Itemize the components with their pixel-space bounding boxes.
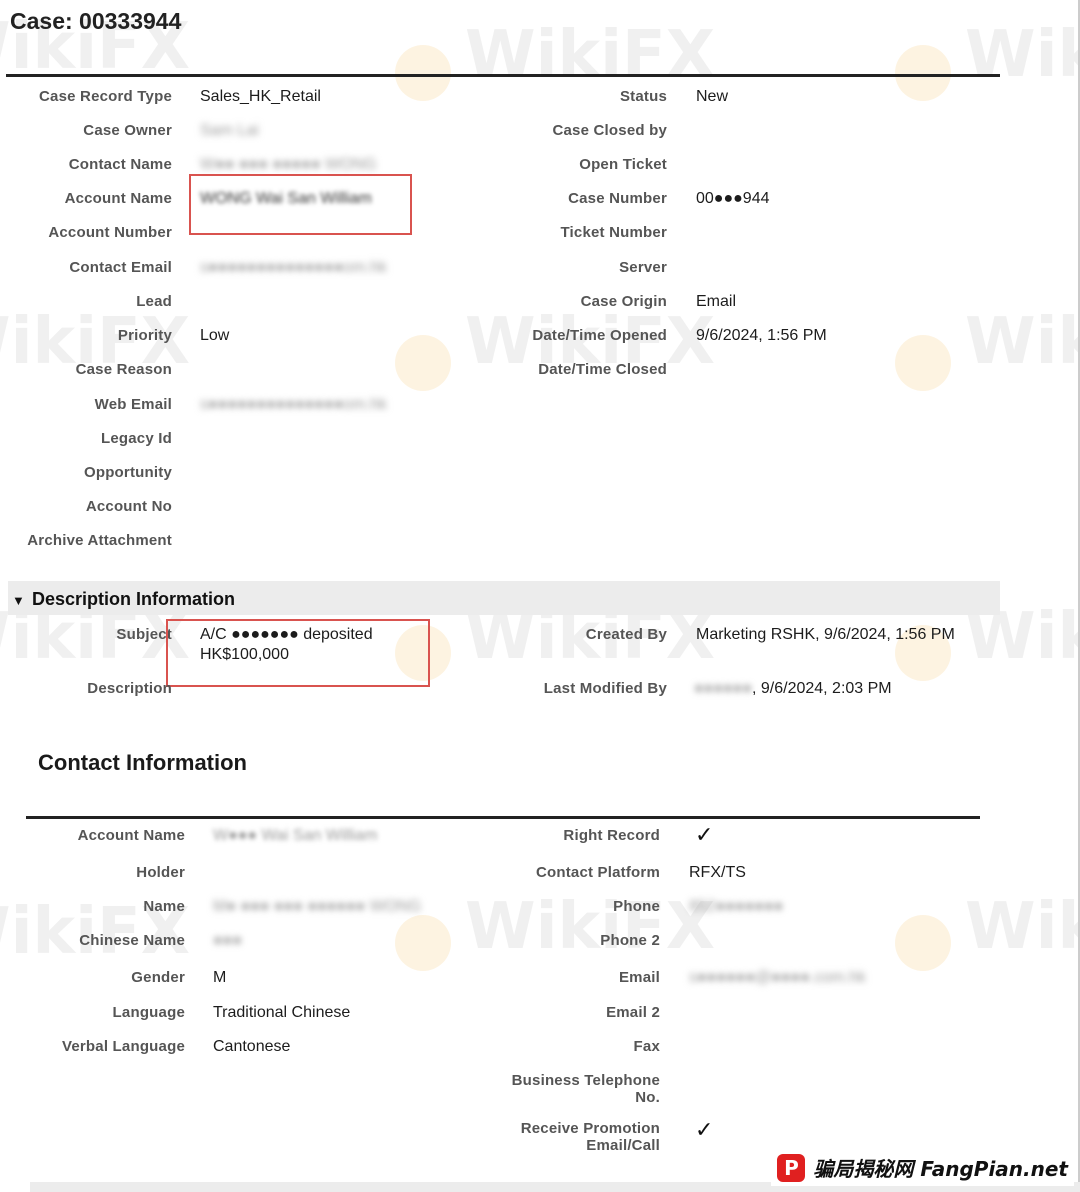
contact-value-language: Traditional Chinese bbox=[213, 1004, 351, 1021]
watermark-logo-icon bbox=[395, 915, 451, 971]
field-value-created-by[interactable]: Marketing RSHK, 9/6/2024, 1:56 PM bbox=[696, 626, 955, 644]
highlight-box-subject bbox=[166, 619, 430, 687]
field-value-contact-name[interactable]: W●● ●●● ●●●●● WONG bbox=[200, 156, 377, 174]
contact-label-phone-2: Phone 2 bbox=[600, 932, 660, 949]
fangpian-logo-icon: P bbox=[777, 1153, 806, 1182]
field-value-case-owner[interactable]: Sam Lai bbox=[200, 122, 259, 140]
contact-label-holder: Holder bbox=[136, 864, 185, 881]
site-watermark-badge: P 骗局揭秘网 FangPian.net bbox=[771, 1149, 1074, 1186]
contact-section-title: Contact Information bbox=[38, 750, 247, 775]
field-label-case-origin: Case Origin bbox=[580, 293, 667, 310]
field-label-contact-email: Contact Email bbox=[69, 259, 172, 276]
field-label-legacy-id: Legacy Id bbox=[101, 430, 172, 447]
field-label-last-modified-by: Last Modified By bbox=[543, 680, 667, 697]
field-value-last-modified-by: ●●●●●●, 9/6/2024, 2:03 PM bbox=[694, 680, 892, 698]
watermark-logo-icon bbox=[895, 335, 951, 391]
field-label-case-closed-by: Case Closed by bbox=[552, 122, 667, 139]
contact-label-fax: Fax bbox=[633, 1038, 660, 1055]
field-label-case-owner: Case Owner bbox=[83, 122, 172, 139]
collapse-triangle-icon[interactable]: ▼ bbox=[12, 593, 25, 608]
contact-label-business-telephone-no: No. bbox=[635, 1089, 660, 1106]
watermark: WikiFX bbox=[965, 305, 1080, 379]
field-label-contact-name: Contact Name bbox=[68, 156, 172, 173]
contact-label-right-record: Right Record bbox=[563, 827, 660, 844]
field-label-case-reason: Case Reason bbox=[75, 361, 172, 378]
field-value-date-time-opened: 9/6/2024, 1:56 PM bbox=[696, 327, 827, 344]
field-label-case-number: Case Number bbox=[568, 190, 667, 207]
contact-label-email-2: Email 2 bbox=[606, 1004, 660, 1021]
last-modified-user[interactable]: ●●●●●● bbox=[694, 680, 752, 697]
watermark-logo-icon bbox=[395, 45, 451, 101]
header-divider bbox=[6, 74, 1000, 77]
contact-label-language: Language bbox=[112, 1004, 185, 1021]
contact-value-verbal-language: Cantonese bbox=[213, 1038, 291, 1055]
site-watermark-text: 骗局揭秘网 FangPian.net bbox=[813, 1157, 1068, 1181]
field-label-archive-attachment: Archive Attachment bbox=[27, 532, 172, 549]
field-label-account-number: Account Number bbox=[48, 224, 172, 241]
contact-label-phone: Phone bbox=[613, 898, 660, 915]
field-label-date-time-closed: Date/Time Closed bbox=[538, 361, 667, 378]
field-value-case-number: 00●●●944 bbox=[696, 190, 770, 207]
contact-label-business-telephone: Business Telephone bbox=[511, 1072, 660, 1089]
contact-label-receive-promotion-email-call: Email/Call bbox=[586, 1137, 660, 1154]
field-label-date-time-opened: Date/Time Opened bbox=[532, 327, 667, 344]
watermark-logo-icon bbox=[895, 915, 951, 971]
page-title: Case: 00333944 bbox=[10, 8, 182, 34]
watermark: WikiFX bbox=[965, 18, 1080, 92]
contact-label-verbal-language: Verbal Language bbox=[61, 1038, 185, 1055]
watermark: WikiFX bbox=[965, 890, 1080, 964]
contact-value-gender: M bbox=[213, 969, 227, 986]
field-value-web-email[interactable]: s●●●●●●●●●●●●●●om.hk bbox=[200, 396, 387, 414]
contact-value-email[interactable]: s●●●●●●@●●●●.com.hk bbox=[689, 969, 866, 987]
last-modified-date: , 9/6/2024, 2:03 PM bbox=[751, 680, 892, 697]
watermark-logo-icon bbox=[895, 45, 951, 101]
field-value-contact-email[interactable]: s●●●●●●●●●●●●●●om.hk bbox=[200, 259, 387, 277]
watermark-logo-icon bbox=[395, 335, 451, 391]
field-label-case-record-type: Case Record Type bbox=[39, 88, 172, 105]
field-label-ticket-number: Ticket Number bbox=[560, 224, 667, 241]
contact-label-account-name: Account Name bbox=[77, 827, 185, 844]
field-label-description: Description bbox=[87, 680, 172, 697]
field-label-account-name: Account Name bbox=[64, 190, 172, 207]
field-label-subject: Subject bbox=[116, 626, 172, 643]
field-label-open-ticket: Open Ticket bbox=[579, 156, 667, 173]
contact-label-name: Name bbox=[143, 898, 185, 915]
field-value-case-origin: Email bbox=[696, 293, 737, 310]
contact-divider bbox=[26, 816, 980, 819]
field-value-status: New bbox=[696, 88, 729, 105]
field-label-priority: Priority bbox=[117, 327, 172, 344]
field-label-created-by: Created By bbox=[585, 626, 667, 643]
description-section-title: Description Information bbox=[32, 589, 236, 609]
right-record-check-icon: ✓ bbox=[695, 822, 714, 847]
contact-value-name: M● ●●● ●●● ●●●●●● WONG bbox=[213, 898, 422, 915]
contact-label-receive-promotion: Receive Promotion bbox=[520, 1120, 660, 1137]
highlight-box-account-name bbox=[189, 174, 412, 235]
contact-value-phone[interactable]: 852●●●●●●● bbox=[689, 898, 783, 916]
field-label-lead: Lead bbox=[136, 293, 172, 310]
receive-promotion-check-icon: ✓ bbox=[695, 1117, 714, 1142]
field-label-opportunity: Opportunity bbox=[83, 464, 172, 481]
field-label-status: Status bbox=[619, 88, 667, 105]
field-value-case-record-type: Sales_HK_Retail bbox=[200, 88, 321, 105]
field-value-priority: Low bbox=[200, 327, 230, 344]
contact-value-contact-platform: RFX/TS bbox=[689, 864, 746, 881]
watermark: WikiFX bbox=[465, 18, 716, 92]
contact-label-email: Email bbox=[618, 969, 660, 986]
field-label-server: Server bbox=[619, 259, 667, 276]
field-label-web-email: Web Email bbox=[94, 396, 172, 413]
contact-label-contact-platform: Contact Platform bbox=[535, 864, 660, 881]
contact-value-chinese-name: ●●● bbox=[213, 932, 242, 949]
contact-label-gender: Gender bbox=[131, 969, 185, 986]
field-label-account-no: Account No bbox=[85, 498, 172, 515]
contact-label-chinese-name: Chinese Name bbox=[79, 932, 185, 949]
contact-value-account-name[interactable]: W●●● Wai San William bbox=[213, 827, 377, 845]
